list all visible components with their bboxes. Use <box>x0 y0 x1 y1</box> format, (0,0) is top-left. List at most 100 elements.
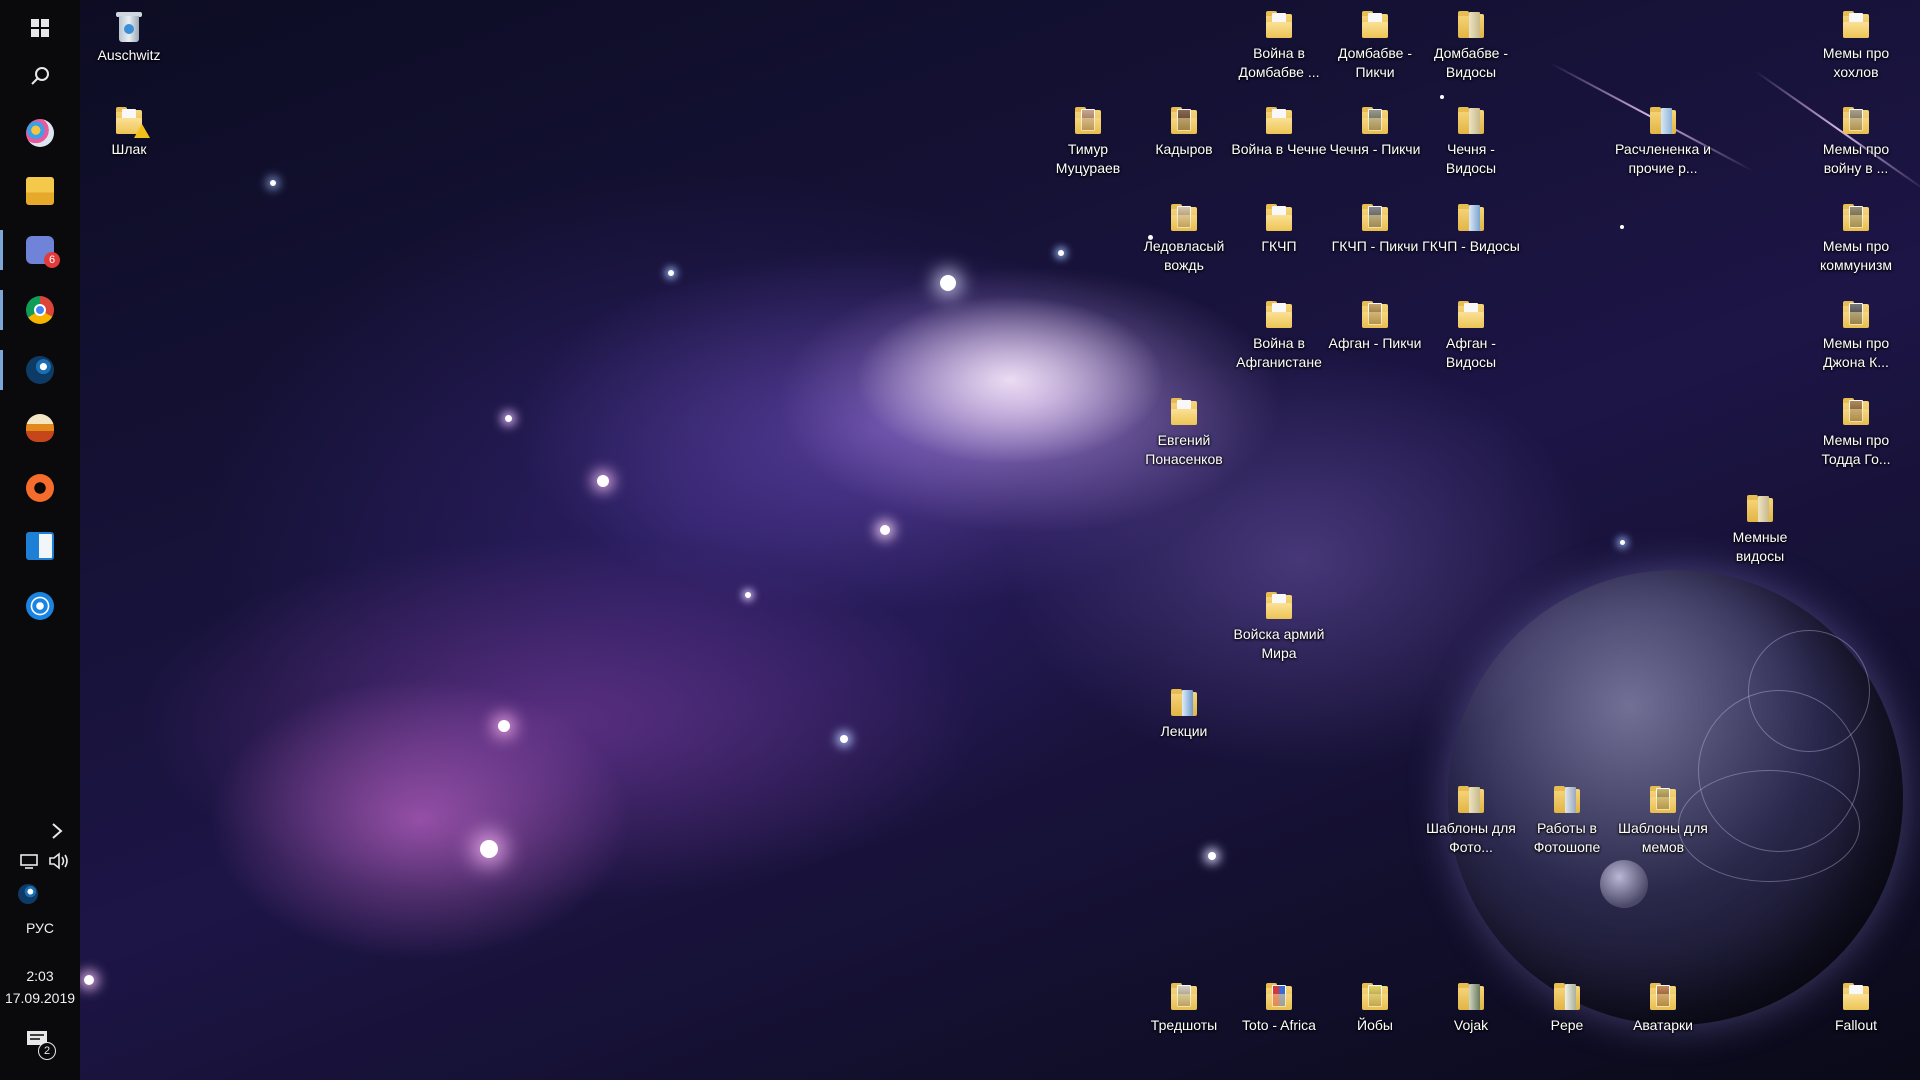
desktop-icon-folder[interactable]: Мемы про хохлов <box>1806 8 1906 82</box>
desktop-icon-folder[interactable]: Аватарки <box>1613 980 1713 1035</box>
folder-door-icon <box>1456 982 1486 1012</box>
desktop-icon-folder[interactable]: Афган - Пикчи <box>1325 298 1425 353</box>
desktop-icon-label: Шаблоны для Фото... <box>1426 820 1516 855</box>
origin-app[interactable] <box>0 460 80 516</box>
desktop-icon-folder[interactable]: Кадыров <box>1134 104 1234 159</box>
desktop-icon-folder[interactable]: Шлак <box>79 104 179 159</box>
desktop-icon-label: Тредшоты <box>1150 1017 1218 1033</box>
uplay-app[interactable] <box>0 578 80 634</box>
search-button[interactable] <box>0 48 80 104</box>
desktop-icon-folder[interactable]: Работы в Фотошопе <box>1517 783 1617 857</box>
desktop-icon-label: Чечня - Пикчи <box>1329 141 1421 157</box>
desktop-icon-folder[interactable]: Vojak <box>1421 980 1521 1035</box>
desktop-icon-folder[interactable]: Шаблоны для мемов <box>1613 783 1713 857</box>
input-language-indicator[interactable]: РУС <box>0 920 80 936</box>
star <box>840 735 848 743</box>
steam-tray-icon[interactable] <box>18 884 38 904</box>
star <box>1620 225 1624 229</box>
discord-app[interactable]: 6 <box>0 222 80 278</box>
folder-icon <box>1360 10 1390 40</box>
desktop-icon-folder[interactable]: Войска армий Мира <box>1229 589 1329 663</box>
network-icon[interactable] <box>18 852 40 875</box>
discord-icon: 6 <box>26 236 60 268</box>
desktop-icon-label: Афган - Видосы <box>1445 335 1497 370</box>
desktop-icon-folder[interactable]: Мемные видосы <box>1710 492 1810 566</box>
desktop-icon-folder[interactable]: Война в Чечне <box>1229 104 1329 159</box>
uplay-icon <box>26 592 54 620</box>
desktop-icon-label: Лекции <box>1160 723 1208 739</box>
desktop-icon-folder[interactable]: ГКЧП - Пикчи <box>1325 201 1425 256</box>
desktop-icon-folder[interactable]: Pepe <box>1517 980 1617 1035</box>
desktop-icon-folder[interactable]: Война в Домбабве ... <box>1229 8 1329 82</box>
folder-door-icon <box>1456 785 1486 815</box>
star <box>84 975 94 985</box>
desktop-icon-folder[interactable]: Тредшоты <box>1134 980 1234 1035</box>
desktop-icon-folder[interactable]: Fallout <box>1806 980 1906 1035</box>
desktop-icon-folder[interactable]: Toto - Africa <box>1229 980 1329 1035</box>
folder-icon <box>26 177 54 205</box>
desktop-icon-folder[interactable]: ГКЧП - Видосы <box>1421 201 1521 256</box>
desktop-icon-label: ГКЧП - Видосы <box>1422 238 1520 254</box>
desktop-icon-folder[interactable]: ГКЧП <box>1229 201 1329 256</box>
desktop-icon-folder[interactable]: Евгений Понасенков <box>1134 395 1234 469</box>
desktop-icon-folder[interactable]: Чечня - Пикчи <box>1325 104 1425 159</box>
discord-badge: 6 <box>44 252 60 268</box>
origin-icon <box>26 474 54 502</box>
desktop-icon-label: Мемные видосы <box>1732 529 1788 564</box>
volume-icon[interactable] <box>48 852 70 875</box>
desktop-icon-folder[interactable]: Мемы про коммунизм <box>1806 201 1906 275</box>
show-hidden-icons-button[interactable] <box>50 822 68 840</box>
desktop-icon-folder[interactable]: Афган - Видосы <box>1421 298 1521 372</box>
desktop-icon-folder[interactable]: Война в Афганистане <box>1229 298 1329 372</box>
star <box>1208 852 1216 860</box>
desktop-icon-folder[interactable]: Чечня - Видосы <box>1421 104 1521 178</box>
recycle-bin-icon <box>116 10 142 42</box>
action-center-button[interactable]: 2 <box>26 1030 56 1060</box>
folder-thumbnail-icon <box>1264 982 1294 1012</box>
desktop-icon-label: Чечня - Видосы <box>1445 141 1497 176</box>
chrome-app[interactable] <box>0 282 80 338</box>
desktop-icon-folder[interactable]: Мемы про Джона К... <box>1806 298 1906 372</box>
desktop-icon-label: Pepe <box>1550 1017 1584 1033</box>
steam-app[interactable] <box>0 342 80 398</box>
moon-graphic <box>1600 860 1648 908</box>
clock-date[interactable]: 17.09.2019 <box>0 990 80 1006</box>
desktop-icon-folder[interactable]: Домбабве - Пикчи <box>1325 8 1425 82</box>
desktop-icon-label: Война в Домбабве ... <box>1238 45 1320 80</box>
desktop-icon-folder[interactable]: Мемы про Тодда Го... <box>1806 395 1906 469</box>
desktop-icon-label: Домбабве - Пикчи <box>1337 45 1412 80</box>
star <box>1620 540 1625 545</box>
folder-door-icon <box>1552 982 1582 1012</box>
desktop-icon-label: Домбабве - Видосы <box>1433 45 1508 80</box>
desktop-icon-folder[interactable]: Расчлененка и прочие р... <box>1613 104 1713 178</box>
desktop-icon-folder[interactable]: Ледовласый вождь <box>1134 201 1234 275</box>
desktop-icon-recycle-bin[interactable]: Auschwitz <box>79 8 179 65</box>
desktop-icon-folder[interactable]: Йобы <box>1325 980 1425 1035</box>
folder-thumbnail-icon <box>1360 982 1390 1012</box>
star <box>480 840 498 858</box>
desktop-icon-folder[interactable]: Мемы про войну в ... <box>1806 104 1906 178</box>
steam-icon <box>26 356 54 384</box>
desktop-icon-label: Мемы про Джона К... <box>1822 335 1890 370</box>
star <box>880 525 890 535</box>
paradox-launcher[interactable] <box>0 400 80 456</box>
search-icon <box>31 67 49 85</box>
folder-icon <box>1264 10 1294 40</box>
folder-icon <box>1169 397 1199 427</box>
desktop-icon-label: Шаблоны для мемов <box>1618 820 1708 855</box>
desktop-icon-folder[interactable]: Тимур Муцураев <box>1038 104 1138 178</box>
file-explorer[interactable] <box>0 163 80 219</box>
clock-time[interactable]: 2:03 <box>0 968 80 984</box>
desktop-icon-folder[interactable]: Шаблоны для Фото... <box>1421 783 1521 857</box>
desktop-icon-label: Vojak <box>1453 1017 1489 1033</box>
star <box>597 475 609 487</box>
windows-media-app[interactable] <box>0 518 80 574</box>
desktop-icon-folder[interactable]: Лекции <box>1134 686 1234 741</box>
folder-thumbnail-icon <box>1169 106 1199 136</box>
paint-app[interactable] <box>0 105 80 161</box>
desktop-icon-folder[interactable]: Домбабве - Видосы <box>1421 8 1521 82</box>
launcher-icon <box>26 414 54 442</box>
desktop-icon-label: Мемы про коммунизм <box>1819 238 1893 273</box>
folder-thumbnail-icon <box>1841 397 1871 427</box>
paint-icon <box>26 119 54 147</box>
